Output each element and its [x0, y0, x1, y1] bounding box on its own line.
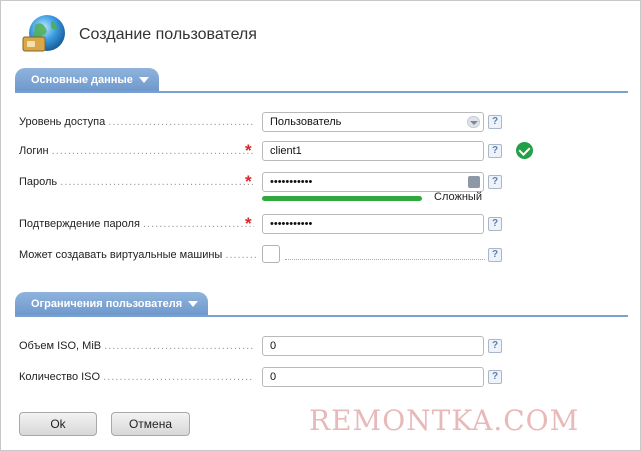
password-label: Пароль [19, 176, 58, 188]
help-icon[interactable]: ? [488, 144, 502, 158]
globe-user-icon [21, 13, 69, 57]
login-input[interactable]: client1 [262, 141, 484, 161]
can-create-vm-label: Может создавать виртуальные машины [19, 249, 223, 261]
section-divider [15, 91, 628, 93]
help-icon[interactable]: ? [488, 175, 502, 189]
required-mark: * [245, 172, 252, 191]
dialog-frame: Создание пользователя Основные данные Ур… [0, 0, 641, 451]
iso-count-label: Количество ISO [19, 371, 101, 383]
dialog-header: Создание пользователя [21, 13, 257, 57]
password-input[interactable]: ••••••••••• [262, 172, 484, 192]
iso-count-value: 0 [270, 371, 277, 383]
login-value: client1 [270, 145, 302, 157]
dotted-leader [285, 259, 485, 260]
chevron-down-icon [467, 116, 480, 128]
page-title: Создание пользователя [79, 26, 257, 43]
access-level-select[interactable]: Пользователь [262, 112, 484, 132]
access-level-value: Пользователь [270, 116, 342, 128]
can-create-vm-checkbox[interactable] [262, 245, 280, 263]
keyboard-icon[interactable] [468, 176, 480, 188]
login-row: Логин ..................................… [19, 141, 631, 163]
ok-button[interactable]: Ok [19, 412, 97, 436]
check-circle-icon [516, 142, 533, 159]
cancel-button[interactable]: Отмена [111, 412, 190, 436]
help-icon[interactable]: ? [488, 217, 502, 231]
required-mark: * [245, 214, 252, 233]
iso-size-row: Объем ISO, MiB .........................… [19, 336, 631, 358]
tab-user-limits[interactable]: Ограничения пользователя [15, 292, 209, 316]
login-label: Логин [19, 145, 49, 157]
access-level-row: Уровень доступа ........................… [19, 112, 631, 134]
password-value: ••••••••••• [270, 176, 313, 188]
help-icon[interactable]: ? [488, 248, 502, 262]
chevron-down-icon [138, 77, 149, 83]
iso-size-label: Объем ISO, MiB [19, 340, 102, 352]
help-icon[interactable]: ? [488, 339, 502, 353]
iso-count-input[interactable]: 0 [262, 367, 484, 387]
iso-size-value: 0 [270, 340, 277, 352]
tab-main-data-label: Основные данные [31, 74, 133, 86]
password-confirm-label: Подтверждение пароля [19, 218, 140, 230]
password-strength-text: Сложный [434, 191, 482, 203]
password-strength-bar [262, 196, 422, 201]
access-level-label: Уровень доступа [19, 116, 106, 128]
tab-main-data[interactable]: Основные данные [15, 68, 159, 92]
iso-size-input[interactable]: 0 [262, 336, 484, 356]
required-mark: * [245, 141, 252, 160]
password-confirm-row: Подтверждение пароля ...................… [19, 214, 631, 236]
tab-user-limits-label: Ограничения пользователя [31, 298, 183, 310]
help-icon[interactable]: ? [488, 115, 502, 129]
help-icon[interactable]: ? [488, 370, 502, 384]
can-create-vm-row: Может создавать виртуальные машины .....… [19, 245, 631, 267]
password-confirm-value: ••••••••••• [270, 218, 313, 230]
chevron-down-icon [188, 301, 199, 307]
section-divider [15, 315, 628, 317]
watermark-text: REMONTKA.COM [309, 404, 580, 437]
iso-count-row: Количество ISO .........................… [19, 367, 631, 389]
password-row: Пароль .................................… [19, 172, 631, 203]
password-confirm-input[interactable]: ••••••••••• [262, 214, 484, 234]
